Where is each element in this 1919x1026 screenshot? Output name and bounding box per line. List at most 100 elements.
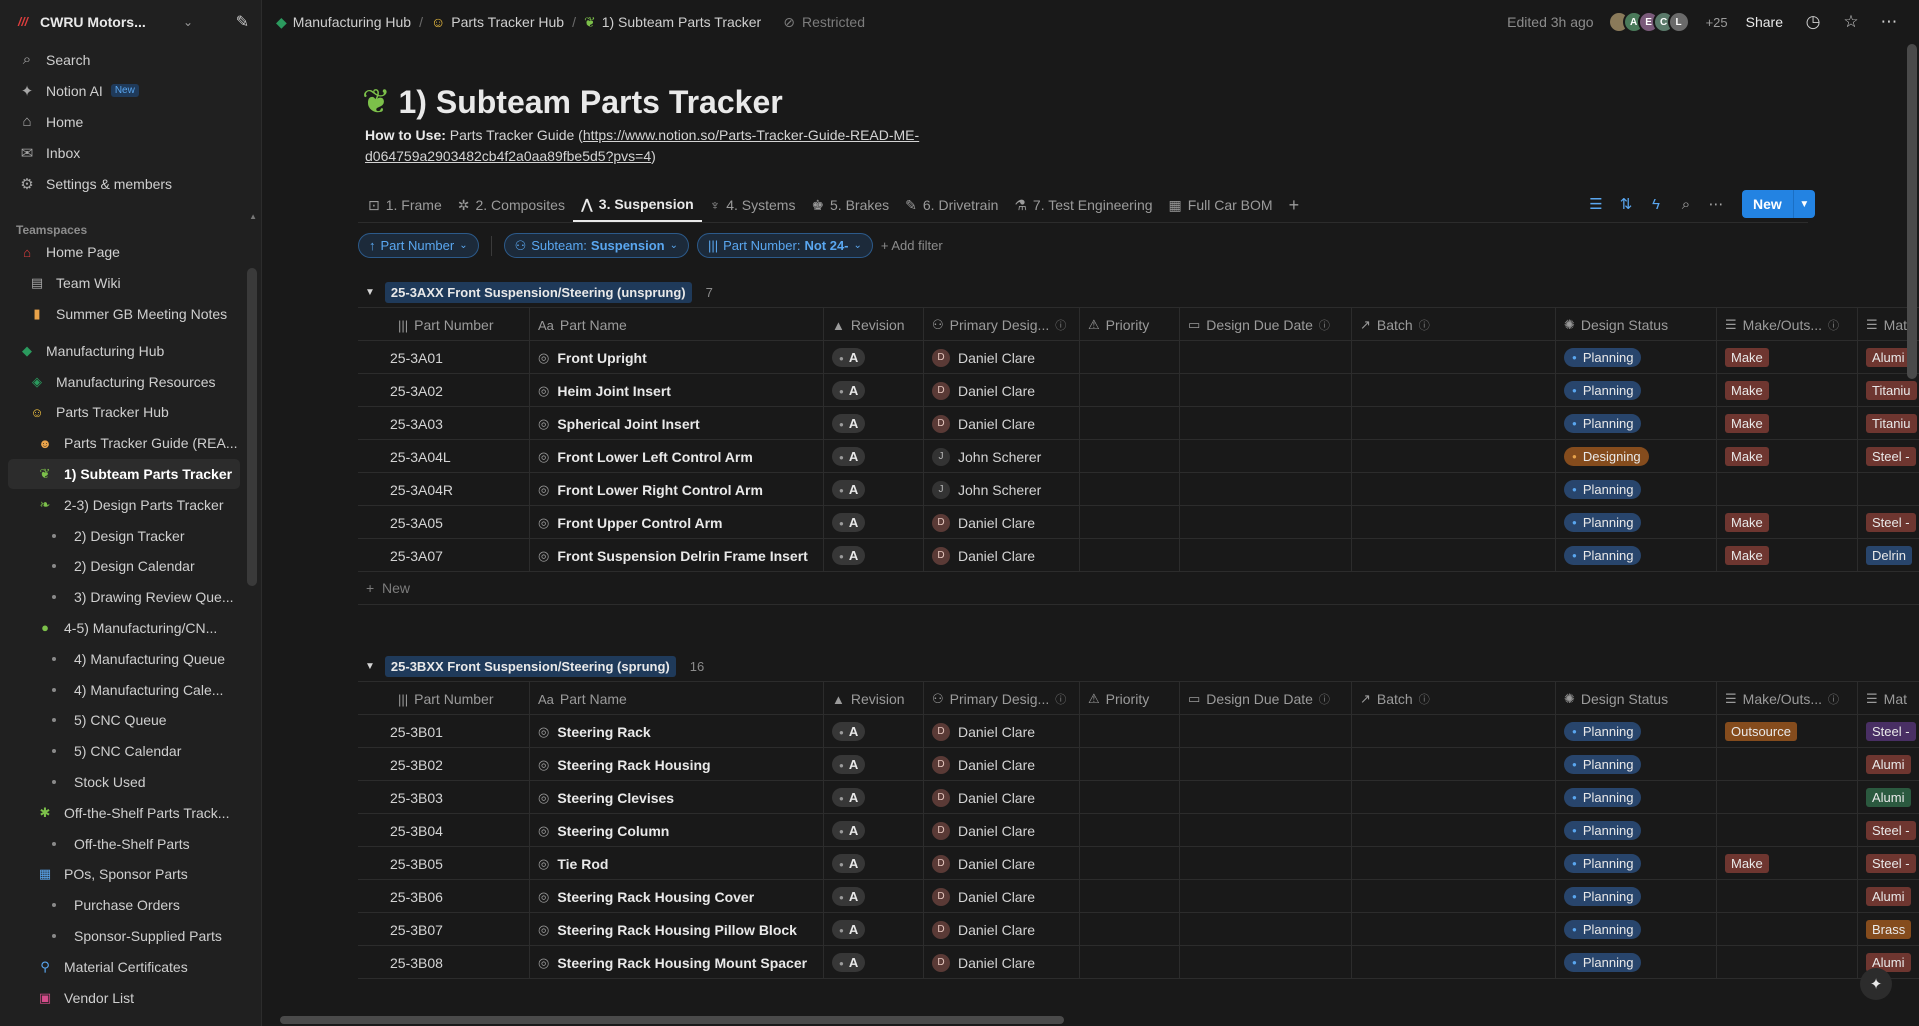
part-number-cell[interactable]: 25-3B04 [358, 814, 530, 847]
column-header-batch[interactable]: ↗ Batch ⓘ [1352, 682, 1556, 716]
part-name-cell[interactable]: ◎ Steering Rack Housing Mount Spacer [530, 946, 824, 979]
make-outsource-cell[interactable] [1717, 473, 1858, 506]
column-header-due[interactable]: ▭ Design Due Date ⓘ [1180, 682, 1352, 716]
material-cell[interactable]: Titaniu [1858, 407, 1919, 440]
breadcrumb-item[interactable]: ☺ Parts Tracker Hub [431, 14, 564, 30]
primary-designer-cell[interactable]: D Daniel Clare [924, 913, 1080, 946]
filter-chip[interactable]: ↑ Part Number ⌄ [358, 233, 479, 258]
sidebar-item[interactable]: ◆ Manufacturing Hub [0, 335, 248, 366]
make-outsource-cell[interactable]: Make [1717, 341, 1858, 374]
material-cell[interactable]: Steel - [1858, 440, 1919, 473]
primary-designer-cell[interactable]: D Daniel Clare [924, 715, 1080, 748]
design-status-cell[interactable]: Planning [1556, 946, 1717, 979]
tab-6-drivetrain[interactable]: ✎ 6. Drivetrain [897, 188, 1006, 222]
primary-designer-cell[interactable]: D Daniel Clare [924, 407, 1080, 440]
part-name[interactable]: Front Upright [557, 350, 646, 366]
sidebar-item[interactable]: ☺ Parts Tracker Hub [0, 397, 248, 428]
revision-cell[interactable]: A [824, 341, 924, 374]
material-cell[interactable]: Titaniu [1858, 374, 1919, 407]
primary-designer-cell[interactable]: D Daniel Clare [924, 374, 1080, 407]
sidebar-nav-search[interactable]: ⌕ Search [0, 44, 261, 75]
design-due-date-cell[interactable] [1180, 781, 1352, 814]
priority-cell[interactable] [1080, 847, 1180, 880]
design-due-date-cell[interactable] [1180, 847, 1352, 880]
design-status-cell[interactable]: Planning [1556, 473, 1717, 506]
table-row[interactable]: 25-3B04 ◎ Steering Column A D Daniel Clare Pla… [358, 814, 1919, 847]
table-row[interactable]: 25-3B03 ◎ Steering Clevises A D Daniel Clare P… [358, 781, 1919, 814]
priority-cell[interactable] [1080, 440, 1180, 473]
batch-cell[interactable] [1352, 715, 1556, 748]
column-header-num[interactable]: ||| Part Number [358, 308, 530, 342]
part-name[interactable]: Steering Rack Housing Pillow Block [557, 922, 797, 938]
guide-link[interactable]: https://www.notion.so/Parts-Tracker-Guid… [365, 127, 919, 164]
material-cell[interactable]: Brass [1858, 913, 1919, 946]
edited-timestamp[interactable]: Edited 3h ago [1507, 14, 1593, 30]
batch-cell[interactable] [1352, 748, 1556, 781]
table-row[interactable]: 25-3A07 ◎ Front Suspension Delrin Frame In… [358, 539, 1919, 572]
part-number-cell[interactable]: 25-3B07 [358, 913, 530, 946]
priority-cell[interactable] [1080, 407, 1180, 440]
primary-designer-cell[interactable]: D Daniel Clare [924, 539, 1080, 572]
revision-cell[interactable]: A [824, 539, 924, 572]
restricted-indicator[interactable]: ⊘ Restricted [783, 14, 865, 31]
batch-cell[interactable] [1352, 781, 1556, 814]
chevron-down-icon[interactable]: ▼ [1792, 190, 1815, 218]
revision-cell[interactable]: A [824, 374, 924, 407]
column-header-name[interactable]: Aa Part Name [530, 308, 824, 342]
part-number-cell[interactable]: 25-3B03 [358, 781, 530, 814]
priority-cell[interactable] [1080, 946, 1180, 979]
ai-sparkle-icon[interactable]: ✦ [1860, 968, 1892, 1000]
material-cell[interactable]: Alumi [1858, 781, 1919, 814]
sidebar-item[interactable]: Purchase Orders [0, 890, 248, 921]
batch-cell[interactable] [1352, 506, 1556, 539]
make-outsource-cell[interactable]: Outsource [1717, 715, 1858, 748]
column-header-status[interactable]: ✺ Design Status [1556, 308, 1717, 342]
add-view-icon[interactable]: + [1281, 195, 1308, 216]
make-outsource-cell[interactable]: Make [1717, 847, 1858, 880]
column-header-make[interactable]: ☰ Make/Outs... ⓘ [1717, 682, 1858, 716]
part-number-cell[interactable]: 25-3A03 [358, 407, 530, 440]
table-row[interactable]: 25-3A04R ◎ Front Lower Right Control Arm A J… [358, 473, 1919, 506]
sidebar-nav-notion-ai[interactable]: ✦ Notion AI New [0, 75, 261, 106]
column-header-pd[interactable]: ⚇ Primary Desig... ⓘ [924, 682, 1080, 716]
more-icon[interactable]: ⋯ [1875, 12, 1903, 32]
part-number-cell[interactable]: 25-3A01 [358, 341, 530, 374]
batch-cell[interactable] [1352, 913, 1556, 946]
revision-cell[interactable]: A [824, 781, 924, 814]
primary-designer-cell[interactable]: D Daniel Clare [924, 781, 1080, 814]
priority-cell[interactable] [1080, 880, 1180, 913]
revision-cell[interactable]: A [824, 715, 924, 748]
new-page-icon[interactable]: ✎ [236, 12, 249, 32]
design-due-date-cell[interactable] [1180, 407, 1352, 440]
tab-1-frame[interactable]: ⊡ 1. Frame [360, 188, 450, 222]
part-name[interactable]: Steering Rack Housing [557, 757, 710, 773]
part-name[interactable]: Front Upper Control Arm [557, 515, 722, 531]
group-header[interactable]: ▼ 25-3AXX Front Suspension/Steering (unsp… [365, 280, 713, 304]
sidebar-item[interactable]: ▮ Summer GB Meeting Notes [0, 299, 248, 330]
triangle-down-icon[interactable]: ▼ [365, 661, 375, 672]
breadcrumb-item[interactable]: ❦ 1) Subteam Parts Tracker [584, 14, 761, 31]
batch-cell[interactable] [1352, 374, 1556, 407]
make-outsource-cell[interactable]: Make [1717, 407, 1858, 440]
make-outsource-cell[interactable]: Make [1717, 440, 1858, 473]
sidebar-item[interactable]: Off-the-Shelf Parts [0, 828, 248, 859]
tab-full-car-bom[interactable]: ▦ Full Car BOM [1161, 188, 1281, 222]
revision-cell[interactable]: A [824, 913, 924, 946]
workspace-switcher[interactable]: /// CWRU Motors... ⌄ ✎ [0, 0, 261, 44]
material-cell[interactable]: Alumi [1858, 880, 1919, 913]
table-row[interactable]: 25-3A02 ◎ Heim Joint Insert A D Daniel Clare P… [358, 374, 1919, 407]
revision-cell[interactable]: A [824, 946, 924, 979]
scroll-up-arrow-icon[interactable]: ▲ [249, 212, 257, 221]
make-outsource-cell[interactable] [1717, 913, 1858, 946]
avatar-stack[interactable]: AECL [1607, 11, 1690, 33]
part-name[interactable]: Front Lower Right Control Arm [557, 482, 763, 498]
design-due-date-cell[interactable] [1180, 814, 1352, 847]
part-name[interactable]: Steering Rack Housing Mount Spacer [557, 955, 807, 971]
primary-designer-cell[interactable]: D Daniel Clare [924, 506, 1080, 539]
part-name-cell[interactable]: ◎ Steering Rack Housing Pillow Block [530, 913, 824, 946]
sidebar-item[interactable]: ⌂ Home Page [0, 237, 248, 268]
column-header-make[interactable]: ☰ Make/Outs... ⓘ [1717, 308, 1858, 342]
priority-cell[interactable] [1080, 473, 1180, 506]
avatar-more-count[interactable]: +25 [1706, 15, 1728, 30]
part-name[interactable]: Steering Clevises [557, 790, 674, 806]
